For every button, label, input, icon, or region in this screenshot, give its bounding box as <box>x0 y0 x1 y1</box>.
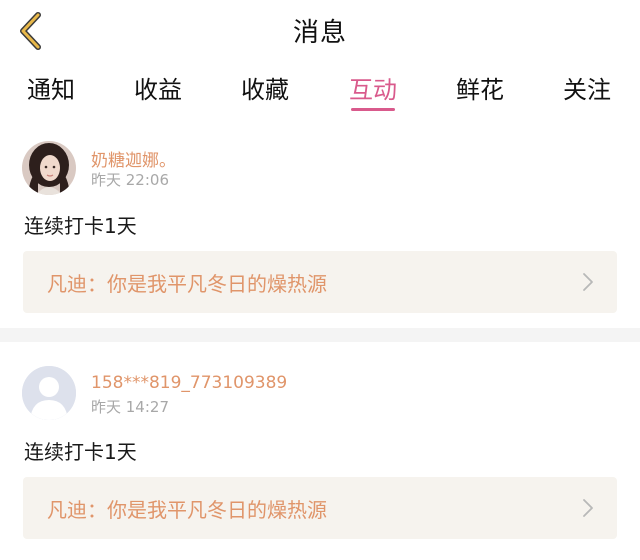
nav-header: 消息 <box>0 0 640 60</box>
tab-notifications[interactable]: 通知 <box>16 70 86 105</box>
default-avatar-icon <box>22 366 76 420</box>
tab-interactions[interactable]: 互动 <box>338 70 408 111</box>
quoted-post[interactable]: 凡迪：你是我平凡冬日的燥热源 <box>23 251 617 313</box>
tab-flowers[interactable]: 鲜花 <box>445 70 515 105</box>
user-photo-icon <box>22 141 76 195</box>
tab-label: 收益 <box>134 76 182 104</box>
message-item: 奶糖迦娜。 昨天 22:06 连续打卡1天 凡迪：你是我平凡冬日的燥热源 <box>0 120 640 328</box>
tab-label: 收藏 <box>241 76 289 104</box>
tab-label: 互动 <box>349 76 397 104</box>
section-divider <box>0 328 640 342</box>
tab-label: 通知 <box>27 76 75 104</box>
message-content: 连续打卡1天 <box>24 214 137 238</box>
tab-following[interactable]: 关注 <box>552 70 622 105</box>
chevron-right-icon <box>583 499 593 517</box>
avatar[interactable] <box>22 141 76 195</box>
tab-label: 鲜花 <box>456 76 504 104</box>
chevron-right-icon <box>583 273 593 291</box>
username[interactable]: 158***819_773109389 <box>91 373 287 393</box>
page-title: 消息 <box>292 18 347 48</box>
timestamp: 昨天 22:06 <box>91 171 169 189</box>
tab-label: 关注 <box>563 76 611 104</box>
username[interactable]: 奶糖迦娜。 <box>91 146 176 171</box>
quoted-post-text: 凡迪：你是我平凡冬日的燥热源 <box>47 272 327 296</box>
tab-earnings[interactable]: 收益 <box>123 70 193 105</box>
avatar[interactable] <box>22 366 76 420</box>
timestamp: 昨天 14:27 <box>91 398 169 416</box>
tab-bar: 通知 收益 收藏 互动 鲜花 关注 <box>0 62 640 120</box>
quoted-post[interactable]: 凡迪：你是我平凡冬日的燥热源 <box>23 477 617 539</box>
message-item: 158***819_773109389 昨天 14:27 连续打卡1天 凡迪：你… <box>0 342 640 560</box>
tab-favorites[interactable]: 收藏 <box>230 70 300 105</box>
quoted-post-text: 凡迪：你是我平凡冬日的燥热源 <box>47 498 327 522</box>
active-tab-indicator <box>351 108 395 111</box>
message-content: 连续打卡1天 <box>24 440 137 464</box>
